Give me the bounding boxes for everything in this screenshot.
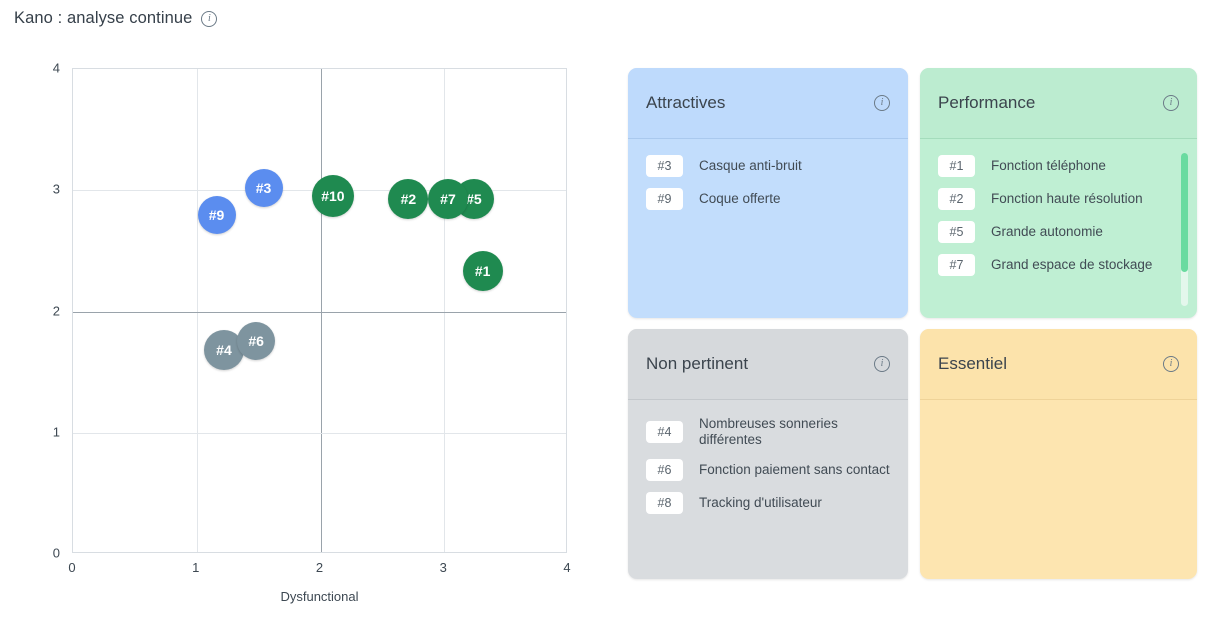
- data-bubble-1[interactable]: #1: [463, 251, 503, 291]
- feature-tag: #3: [646, 155, 683, 177]
- feature-label: Casque anti-bruit: [699, 158, 802, 174]
- y-axis-tick: 4: [53, 61, 60, 76]
- gridline-vertical: [444, 69, 445, 552]
- x-axis-label: Dysfunctional: [72, 589, 567, 604]
- x-axis-tick: 1: [192, 560, 199, 575]
- feature-label: Fonction téléphone: [991, 158, 1106, 174]
- panel-header-performance: Performancei: [920, 68, 1197, 139]
- info-icon[interactable]: i: [874, 356, 890, 372]
- list-item[interactable]: #9 Coque offerte: [646, 188, 894, 210]
- list-item[interactable]: #8 Tracking d'utilisateur: [646, 492, 894, 514]
- y-axis-tick: 2: [53, 303, 60, 318]
- data-bubble-3[interactable]: #3: [245, 169, 283, 207]
- info-icon[interactable]: i: [1163, 95, 1179, 111]
- panel-body-non-pertinent: #4 Nombreuses sonneries différentes #6 Fonc…: [628, 400, 908, 579]
- panel-body-performance: #1 Fonction téléphone #2 Fonction haute rés…: [920, 139, 1197, 318]
- data-bubble-6[interactable]: #6: [237, 322, 275, 360]
- feature-tag: #1: [938, 155, 975, 177]
- panel-header-attractives: Attractivesi: [628, 68, 908, 139]
- x-axis-tick: 0: [68, 560, 75, 575]
- feature-label: Coque offerte: [699, 191, 781, 207]
- feature-label: Tracking d'utilisateur: [699, 495, 822, 511]
- panel-title-non-pertinent: Non pertinent: [646, 354, 874, 374]
- feature-tag: #7: [938, 254, 975, 276]
- feature-label: Grand espace de stockage: [991, 257, 1152, 273]
- panel-attractives: Attractivesi #3 Casque anti-bruit #9 Coque o…: [628, 68, 908, 318]
- list-item[interactable]: #7 Grand espace de stockage: [938, 254, 1183, 276]
- data-bubble-7[interactable]: #7: [428, 179, 468, 219]
- panel-title-performance: Performance: [938, 93, 1163, 113]
- y-axis-tick: 3: [53, 182, 60, 197]
- y-axis-label: Functional: [0, 280, 2, 340]
- panel-header-essentiel: Essentieli: [920, 329, 1197, 400]
- x-axis-tick: 3: [440, 560, 447, 575]
- data-bubble-9[interactable]: #9: [198, 196, 236, 234]
- x-axis-tick: 2: [316, 560, 323, 575]
- info-icon[interactable]: i: [874, 95, 890, 111]
- feature-label: Nombreuses sonneries différentes: [699, 416, 894, 448]
- gridline-vertical: [321, 69, 323, 552]
- panel-body-attractives: #3 Casque anti-bruit #9 Coque offerte: [628, 139, 908, 318]
- panel-scrollbar[interactable]: [1181, 153, 1188, 306]
- page-title: Kano : analyse continue i: [14, 9, 217, 28]
- data-bubble-2[interactable]: #2: [388, 179, 428, 219]
- panel-non-pertinent: Non pertinenti #4 Nombreuses sonneries dif…: [628, 329, 908, 579]
- panel-essentiel: Essentieli: [920, 329, 1197, 579]
- list-item[interactable]: #5 Grande autonomie: [938, 221, 1183, 243]
- page-title-text: Kano : analyse continue: [14, 9, 192, 28]
- list-item[interactable]: #6 Fonction paiement sans contact: [646, 459, 894, 481]
- list-item[interactable]: #2 Fonction haute résolution: [938, 188, 1183, 210]
- gridline-horizontal: [73, 433, 566, 434]
- feature-tag: #6: [646, 459, 683, 481]
- panel-body-essentiel: [920, 400, 1197, 579]
- feature-tag: #5: [938, 221, 975, 243]
- info-icon[interactable]: i: [1163, 356, 1179, 372]
- feature-label: Fonction paiement sans contact: [699, 462, 890, 478]
- feature-tag: #4: [646, 421, 683, 443]
- panel-title-attractives: Attractives: [646, 93, 874, 113]
- panel-title-essentiel: Essentiel: [938, 354, 1163, 374]
- feature-label: Grande autonomie: [991, 224, 1103, 240]
- y-axis-tick: 0: [53, 546, 60, 561]
- list-item[interactable]: #4 Nombreuses sonneries différentes: [646, 416, 894, 448]
- gridline-vertical: [197, 69, 198, 552]
- panel-performance: Performancei #1 Fonction téléphone #2 Foncti…: [920, 68, 1197, 318]
- info-icon[interactable]: i: [201, 11, 217, 27]
- feature-tag: #2: [938, 188, 975, 210]
- list-item[interactable]: #3 Casque anti-bruit: [646, 155, 894, 177]
- feature-tag: #9: [646, 188, 683, 210]
- y-axis-tick: 1: [53, 424, 60, 439]
- feature-tag: #8: [646, 492, 683, 514]
- scrollbar-thumb[interactable]: [1181, 153, 1188, 272]
- data-bubble-10[interactable]: #10: [312, 175, 354, 217]
- gridline-horizontal: [73, 312, 566, 314]
- kano-scatter-chart: #1#2#3#4#5#6#7#10#9 Dysfunctional Functi…: [0, 48, 612, 617]
- feature-label: Fonction haute résolution: [991, 191, 1143, 207]
- list-item[interactable]: #1 Fonction téléphone: [938, 155, 1183, 177]
- x-axis-tick: 4: [563, 560, 570, 575]
- plot-area: #1#2#3#4#5#6#7#10#9: [72, 68, 567, 553]
- panel-header-non-pertinent: Non pertinenti: [628, 329, 908, 400]
